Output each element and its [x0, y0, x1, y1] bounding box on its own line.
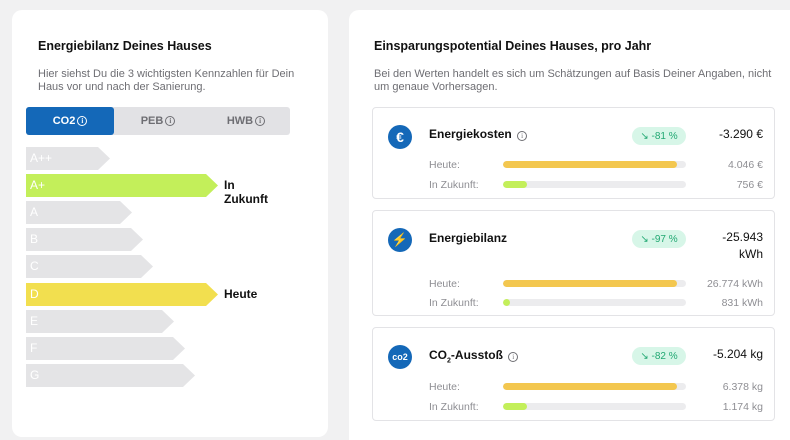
- reduction-badge: ↘ -97 %: [632, 230, 686, 248]
- savings-value-line2: kWh: [739, 247, 763, 261]
- energy-balance-title: Energiebilanz Deines Hauses: [38, 39, 212, 53]
- info-icon[interactable]: i: [77, 116, 88, 126]
- future-bar: [503, 181, 686, 188]
- savings-value-line1: -25.943: [722, 230, 763, 244]
- tab-co2-label: CO2: [52, 115, 76, 127]
- energy-balance-description: Hier siehst Du die 3 wichtigsten Kennzah…: [38, 68, 295, 93]
- info-icon[interactable]: i: [255, 116, 266, 126]
- savings-card-energy-costs: € Energiekosten i ↘ -81 % -3.290 € Heute…: [372, 107, 775, 199]
- future-value: 1.174 kg: [722, 401, 763, 413]
- co2-icon: co2: [388, 345, 412, 369]
- tab-hwb-label: HWB: [226, 115, 254, 127]
- reduction-badge: ↘ -82 %: [632, 347, 686, 365]
- card-title: CO2-Ausstoß i: [429, 348, 519, 364]
- scale-arrow: A++: [26, 147, 110, 170]
- future-value: 756 €: [736, 179, 763, 191]
- today-value: 6.378 kg: [722, 381, 763, 393]
- today-label: Heute:: [429, 278, 460, 290]
- today-bar: [503, 161, 686, 168]
- today-bar-fill: [503, 280, 677, 287]
- card-title-rest: -Ausstoß: [450, 348, 503, 362]
- future-bar-fill: [503, 299, 511, 306]
- savings-value: -3.290 €: [718, 127, 763, 141]
- future-label: In Zukunft:: [429, 179, 479, 191]
- today-label: Heute:: [429, 381, 460, 393]
- euro-icon: €: [388, 125, 412, 149]
- tab-hwb[interactable]: HWB i: [202, 107, 290, 135]
- today-value: 4.046 €: [727, 159, 763, 171]
- scale-arrow: A: [26, 201, 132, 224]
- tab-peb[interactable]: PEB i: [114, 107, 202, 135]
- today-value: 26.774 kWh: [706, 278, 763, 290]
- savings-title: Einsparungspotential Deines Hauses, pro …: [374, 39, 652, 53]
- future-label: In Zukunft:: [429, 297, 479, 309]
- savings-description: Bei den Werten handelt es sich um Schätz…: [374, 68, 772, 93]
- savings-value: -5.204 kg: [712, 347, 763, 361]
- scale-arrow: E: [26, 310, 174, 333]
- savings-card-energy-balance: ⚡ Energiebilanz ↘ -97 % -25.943 kWh Heut…: [372, 210, 775, 316]
- today-bar-fill: [503, 161, 677, 168]
- tab-peb-label: PEB: [140, 115, 164, 127]
- info-icon[interactable]: i: [517, 131, 528, 141]
- future-bar-fill: [503, 403, 527, 410]
- card-title: Energiekosten i: [429, 127, 528, 141]
- info-icon[interactable]: i: [508, 352, 519, 362]
- savings-value: -25.943 kWh: [722, 229, 763, 263]
- scale-arrow: C: [26, 255, 153, 278]
- today-label: Heute:: [429, 159, 460, 171]
- future-value: 831 kWh: [721, 297, 763, 309]
- today-marker-label: Heute: [224, 287, 258, 301]
- reduction-badge: ↘ -81 %: [632, 127, 686, 145]
- future-bar: [503, 299, 686, 306]
- scale-arrow: B: [26, 228, 143, 251]
- scale-arrow: F: [26, 337, 185, 360]
- scale-arrow-today: D: [26, 283, 218, 306]
- future-label: In Zukunft:: [429, 401, 479, 413]
- card-title-text: Energiebilanz: [429, 231, 508, 245]
- today-bar-fill: [503, 383, 677, 390]
- today-bar: [503, 383, 686, 390]
- tab-co2[interactable]: CO2 i: [26, 107, 114, 135]
- future-marker-label: In Zukunft: [224, 178, 268, 206]
- future-bar: [503, 403, 686, 410]
- scale-arrow: G: [26, 364, 195, 387]
- scale-arrow-future: A+: [26, 174, 218, 197]
- card-title-text: CO: [429, 348, 447, 362]
- lightning-icon: ⚡: [388, 228, 412, 252]
- metric-tabs: CO2 i PEB i HWB i: [26, 107, 290, 135]
- savings-card-co2: co2 CO2-Ausstoß i ↘ -82 % -5.204 kg Heut…: [372, 327, 775, 421]
- future-bar-fill: [503, 181, 527, 188]
- card-title-text: Energiekosten: [429, 127, 512, 141]
- today-bar: [503, 280, 686, 287]
- info-icon[interactable]: i: [165, 116, 176, 126]
